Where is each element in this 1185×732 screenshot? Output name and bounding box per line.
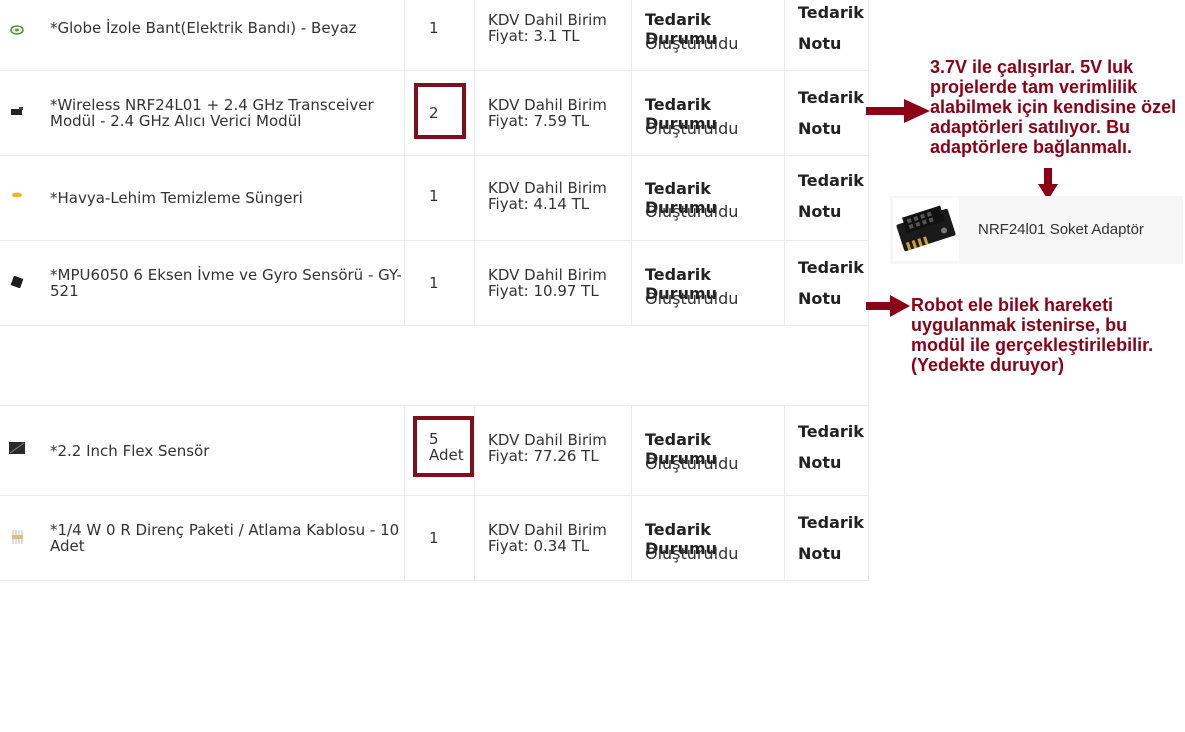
note-label: Tedarik: [798, 258, 864, 277]
nrf-annotation: 3.7V ile çalışırlar. 5V luk projelerde t…: [930, 57, 1177, 157]
supply-note[interactable]: Tedarik Notu: [785, 241, 868, 325]
supply-status: Tedarik Durumu Oluşturuldu: [632, 406, 785, 495]
arrow-right-icon: [866, 99, 930, 123]
tape-roll-icon: [8, 23, 26, 37]
unit-price: KDV Dahil Birim Fiyat: 3.1 TL: [475, 0, 632, 70]
note-label: Notu: [798, 453, 842, 472]
socket-adapter-icon: [893, 198, 959, 261]
table-row: *1/4 W 0 R Direnç Paketi / Atlama Kablos…: [0, 496, 868, 581]
note-label: Tedarik: [798, 513, 864, 532]
status-value: Oluşturuldu: [645, 289, 739, 308]
unit-price: KDV Dahil Birim Fiyat: 4.14 TL: [475, 156, 632, 240]
status-value: Oluşturuldu: [645, 202, 739, 221]
product-name[interactable]: *2.2 Inch Flex Sensör: [50, 406, 405, 495]
mpu-annotation: Robot ele bilek hareketi uygulanmak iste…: [911, 295, 1154, 375]
note-label: Notu: [798, 119, 842, 138]
quantity-highlight-box: [414, 83, 466, 139]
column-divider: [868, 0, 881, 581]
note-label: Notu: [798, 202, 842, 221]
price-label: KDV Dahil Birim: [488, 521, 607, 539]
status-value: Oluşturuldu: [645, 454, 739, 473]
quantity: 1: [415, 496, 475, 580]
status-value: Oluşturuldu: [645, 544, 739, 563]
note-label: Notu: [798, 289, 842, 308]
product-name[interactable]: *Wireless NRF24L01 + 2.4 GHz Transceiver…: [50, 71, 405, 155]
quantity: 1: [415, 156, 475, 240]
supply-status: Tedarik Durumu Oluşturuldu: [632, 496, 785, 580]
sensor-board-icon: [8, 275, 26, 289]
supply-status: Tedarik Durumu Oluşturuldu: [632, 0, 785, 70]
unit-price: KDV Dahil Birim Fiyat: 0.34 TL: [475, 496, 632, 580]
table-row: *Havya-Lehim Temizleme Süngeri 1 KDV Dah…: [0, 156, 868, 241]
price-label: KDV Dahil Birim: [488, 96, 607, 114]
product-name[interactable]: *Globe İzole Bant(Elektrik Bandı) - Beya…: [50, 0, 405, 70]
price-label: KDV Dahil Birim: [488, 179, 607, 197]
table-row: *Globe İzole Bant(Elektrik Bandı) - Beya…: [0, 0, 868, 71]
note-label: Tedarik: [798, 171, 864, 190]
supply-note[interactable]: Tedarik Notu: [785, 71, 868, 155]
supply-status: Tedarik Durumu Oluşturuldu: [632, 156, 785, 240]
unit-price: KDV Dahil Birim Fiyat: 7.59 TL: [475, 71, 632, 155]
adapter-card[interactable]: NRF24l01 Soket Adaptör: [890, 196, 1183, 264]
note-label: Tedarik: [798, 3, 864, 22]
price-value: Fiyat: 0.34 TL: [488, 537, 590, 555]
price-value: Fiyat: 7.59 TL: [488, 112, 590, 130]
supply-status: Tedarik Durumu Oluşturuldu: [632, 71, 785, 155]
product-name[interactable]: *MPU6050 6 Eksen İvme ve Gyro Sensörü - …: [50, 241, 405, 325]
price-value: Fiyat: 4.14 TL: [488, 195, 590, 213]
resistor-pack-icon: [8, 530, 26, 544]
table-row: *MPU6050 6 Eksen İvme ve Gyro Sensörü - …: [0, 241, 868, 326]
price-value: Fiyat: 3.1 TL: [488, 27, 580, 45]
rf-module-icon: [8, 105, 26, 119]
supply-note[interactable]: Tedarik Notu: [785, 406, 868, 495]
supply-status: Tedarik Durumu Oluşturuldu: [632, 241, 785, 325]
supply-note[interactable]: Tedarik Notu: [785, 496, 868, 580]
price-value: Fiyat: 77.26 TL: [488, 447, 599, 465]
price-label: KDV Dahil Birim: [488, 11, 607, 29]
note-label: Notu: [798, 544, 842, 563]
adapter-label: NRF24l01 Soket Adaptör: [978, 221, 1144, 238]
unit-price: KDV Dahil Birim Fiyat: 10.97 TL: [475, 241, 632, 325]
flex-sensor-icon: [8, 441, 26, 455]
quantity-highlight-box: [413, 416, 474, 477]
price-label: KDV Dahil Birim: [488, 266, 607, 284]
unit-price: KDV Dahil Birim Fiyat: 77.26 TL: [475, 406, 632, 495]
quantity: 1: [415, 241, 475, 325]
table-row: [0, 326, 868, 406]
note-label: Tedarik: [798, 422, 864, 441]
price-value: Fiyat: 10.97 TL: [488, 282, 599, 300]
status-value: Oluşturuldu: [645, 119, 739, 138]
supply-note[interactable]: Tedarik Notu: [785, 0, 868, 70]
price-label: KDV Dahil Birim: [488, 431, 607, 449]
note-label: Notu: [798, 34, 842, 53]
supply-note[interactable]: Tedarik Notu: [785, 156, 868, 240]
product-name[interactable]: *1/4 W 0 R Direnç Paketi / Atlama Kablos…: [50, 496, 405, 580]
arrow-right-icon: [866, 295, 910, 317]
product-name[interactable]: *Havya-Lehim Temizleme Süngeri: [50, 156, 405, 240]
quantity: 1: [415, 0, 475, 70]
note-label: Tedarik: [798, 88, 864, 107]
sponge-icon: [8, 188, 26, 202]
status-value: Oluşturuldu: [645, 34, 739, 53]
